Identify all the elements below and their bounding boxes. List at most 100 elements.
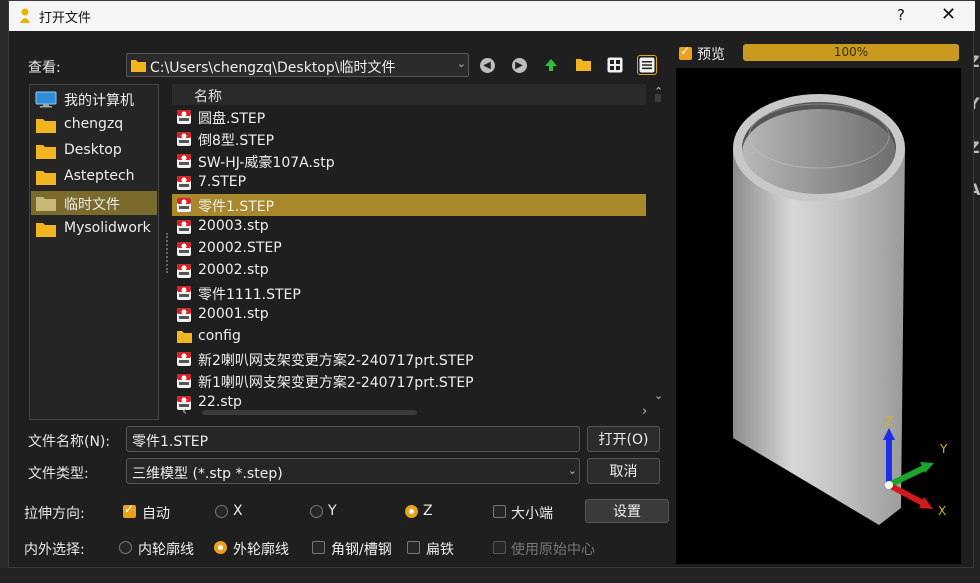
file-row[interactable]: 零件1111.STEP xyxy=(172,282,646,304)
file-name: 20001.stp xyxy=(198,306,269,322)
angle-steel-checkbox[interactable] xyxy=(312,541,325,554)
lookin-path: C:\Users\chengzq\Desktop\临时文件 xyxy=(150,60,396,76)
step-file-icon xyxy=(176,131,192,151)
flat-iron-checkbox[interactable] xyxy=(407,541,420,554)
column-header-name[interactable]: 名称 xyxy=(172,84,646,105)
forward-icon[interactable]: ▶ xyxy=(509,55,529,75)
app-icon xyxy=(20,8,30,23)
settings-button[interactable]: 设置 xyxy=(585,499,669,523)
auto-label: 自动 xyxy=(142,506,170,522)
file-name: 倒8型.STEP xyxy=(198,133,275,149)
filetype-value: 三维模型 (*.stp *.step) xyxy=(132,466,283,482)
file-row[interactable]: 20002.STEP xyxy=(172,238,646,260)
open-button[interactable]: 打开(O) xyxy=(587,426,660,452)
step-file-icon xyxy=(176,153,192,173)
file-name: 零件1.STEP xyxy=(198,199,275,215)
inout-label: 内外选择: xyxy=(24,542,85,558)
filename-input[interactable]: 零件1.STEP xyxy=(126,426,580,452)
filetype-label: 文件类型: xyxy=(28,466,89,482)
endian-checkbox[interactable] xyxy=(493,505,506,518)
file-row[interactable]: SW-HJ-威豪107A.stp xyxy=(172,150,646,172)
file-row[interactable]: 新1喇叭网支架变更方案2-240717prt.STEP xyxy=(172,370,646,392)
file-row[interactable]: 20002.stp xyxy=(172,260,646,282)
step-file-icon xyxy=(176,263,192,283)
lookin-combo[interactable]: C:\Users\chengzq\Desktop\临时文件 ⌄ xyxy=(126,53,469,77)
file-row[interactable]: config xyxy=(172,326,646,348)
close-button[interactable]: ✕ xyxy=(941,4,956,25)
sidebar-item-chengzq[interactable]: chengzq xyxy=(31,113,157,137)
progress-text: 100% xyxy=(833,45,869,59)
auto-checkbox[interactable] xyxy=(123,502,136,518)
folder-icon xyxy=(36,145,56,159)
scroll-thumb[interactable] xyxy=(655,94,661,102)
folder-icon xyxy=(36,119,56,133)
file-row[interactable]: 零件1.STEP xyxy=(172,194,646,216)
list-view-icon[interactable] xyxy=(605,55,625,75)
file-name: 20003.stp xyxy=(198,218,269,234)
up-icon[interactable] xyxy=(541,55,561,75)
folder-icon xyxy=(176,329,193,348)
computer-icon xyxy=(35,91,57,108)
sidebar-item-label: 临时文件 xyxy=(64,197,120,213)
origin-center-checkbox xyxy=(493,541,506,554)
scroll-right-icon[interactable]: › xyxy=(642,404,647,419)
progress-bar: 100% xyxy=(743,44,959,61)
outer-contour-radio[interactable] xyxy=(214,541,227,554)
preview-checkbox[interactable] xyxy=(679,44,692,60)
sidebar-item-mysolidwork[interactable]: Mysolidwork xyxy=(31,217,157,241)
step-file-icon xyxy=(176,351,192,371)
step-file-icon xyxy=(176,241,192,261)
angle-steel-label: 角钢/槽钢 xyxy=(331,542,392,558)
sidebar-item-temp[interactable]: 临时文件 xyxy=(31,191,157,215)
places-sidebar: 我的计算机 chengzq Desktop Asteptech 临时文件 Mys… xyxy=(29,84,159,420)
file-name: SW-HJ-威豪107A.stp xyxy=(198,155,335,171)
lookin-label: 查看: xyxy=(28,60,61,76)
background-window-strip xyxy=(0,0,8,583)
model-preview[interactable]: Z Y X xyxy=(676,68,961,564)
horizontal-scrollbar[interactable] xyxy=(202,410,417,415)
file-row[interactable]: 7.STEP xyxy=(172,172,646,194)
scroll-left-icon[interactable]: ‹ xyxy=(182,404,187,419)
detail-view-icon[interactable] xyxy=(637,55,657,75)
step-file-icon xyxy=(176,197,192,217)
flat-iron-label: 扁铁 xyxy=(426,542,454,558)
vertical-scrollbar[interactable]: ⌃ ⌄ xyxy=(653,84,665,404)
file-row[interactable]: 倒8型.STEP xyxy=(172,128,646,150)
chevron-down-icon: ⌄ xyxy=(456,57,466,70)
folder-icon xyxy=(131,60,146,72)
file-name: 零件1111.STEP xyxy=(198,287,301,303)
file-row[interactable]: 20003.stp xyxy=(172,216,646,238)
sidebar-item-my-computer[interactable]: 我的计算机 xyxy=(31,87,157,111)
filetype-select[interactable]: 三维模型 (*.stp *.step) ⌄ xyxy=(126,458,580,484)
sidebar-item-label: chengzq xyxy=(64,116,124,132)
file-row[interactable]: 圆盘.STEP xyxy=(172,106,646,128)
y-radio[interactable] xyxy=(310,505,323,518)
splitter-handle[interactable] xyxy=(166,233,168,273)
inner-contour-label: 内轮廓线 xyxy=(138,542,194,558)
sidebar-item-label: Desktop xyxy=(64,142,122,158)
sidebar-item-label: Asteptech xyxy=(64,168,135,184)
inner-contour-radio[interactable] xyxy=(119,541,132,554)
background-window-strip-bottom xyxy=(0,568,980,583)
x-radio[interactable] xyxy=(215,505,228,518)
scroll-down-icon[interactable]: ⌄ xyxy=(654,389,663,402)
cancel-button[interactable]: 取消 xyxy=(587,458,660,484)
step-file-icon xyxy=(176,307,192,327)
new-folder-icon[interactable] xyxy=(573,55,593,75)
file-row[interactable]: 20001.stp xyxy=(172,304,646,326)
column-header-label: 名称 xyxy=(194,89,222,105)
help-button[interactable]: ? xyxy=(897,6,905,24)
back-icon[interactable]: ◀ xyxy=(477,55,497,75)
file-row[interactable]: 新2喇叭网支架变更方案2-240717prt.STEP xyxy=(172,348,646,370)
step-file-icon xyxy=(176,109,192,129)
sidebar-item-asteptech[interactable]: Asteptech xyxy=(31,165,157,189)
step-file-icon xyxy=(176,219,192,239)
file-name: 20002.stp xyxy=(198,262,269,278)
sidebar-item-desktop[interactable]: Desktop xyxy=(31,139,157,163)
file-name: 新1喇叭网支架变更方案2-240717prt.STEP xyxy=(198,375,474,391)
file-name: 7.STEP xyxy=(198,174,247,190)
z-radio[interactable] xyxy=(405,505,418,518)
file-name: 20002.STEP xyxy=(198,240,282,256)
step-file-icon xyxy=(176,373,192,393)
step-file-icon xyxy=(176,175,192,195)
